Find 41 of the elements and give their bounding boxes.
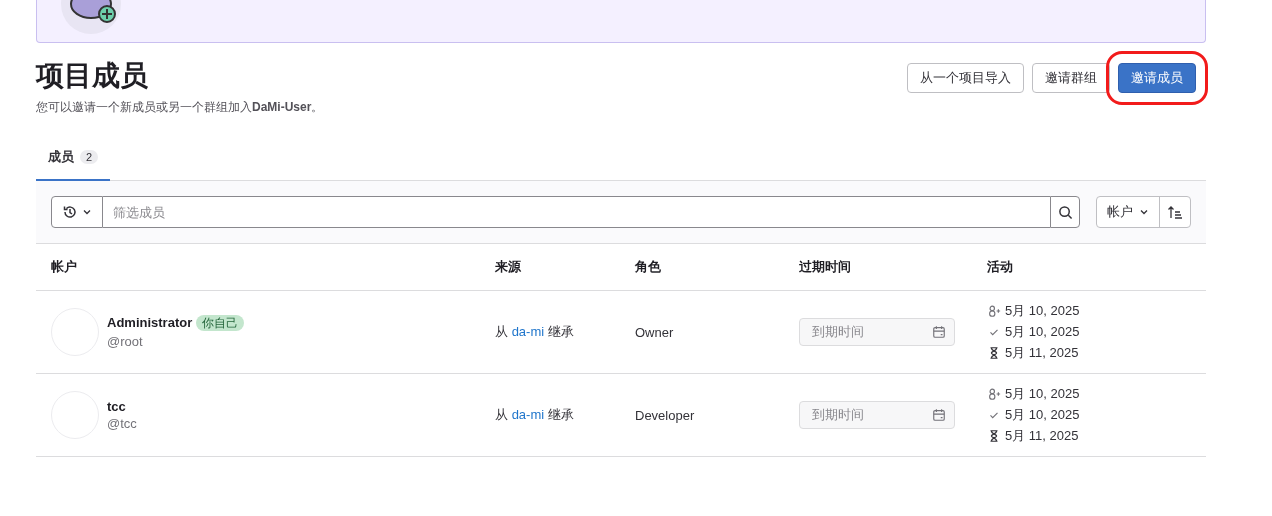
action-button[interactable]: 邀请群组: [1032, 63, 1110, 93]
activity-date: 5月 10, 2025: [1005, 302, 1080, 320]
page-title: 项目成员: [36, 59, 149, 93]
user-add-icon: [987, 304, 1001, 318]
search-field[interactable]: 筛选成员: [103, 196, 1050, 228]
history-icon: [62, 204, 78, 220]
calendar-icon: [932, 325, 946, 339]
group-link[interactable]: da-mi: [511, 324, 545, 339]
expiry-date-field[interactable]: 到期时间: [799, 318, 955, 346]
activity-date: 5月 10, 2025: [1005, 323, 1080, 341]
chevron-icon: [82, 207, 92, 217]
activity-date: 5月 11, 2025: [1005, 344, 1079, 362]
role-text: Developer: [635, 407, 695, 423]
user-name[interactable]: tcc: [107, 399, 126, 414]
chevron-icon: [1139, 207, 1149, 217]
activity-date: 5月 11, 2025: [1005, 427, 1079, 445]
sort-icon: [1167, 204, 1183, 220]
history-dropdown[interactable]: [51, 196, 103, 228]
column-header: 来源: [480, 244, 620, 291]
activity-date: 5月 10, 2025: [1005, 406, 1080, 424]
page-description: 您可以邀请一个新成员或另一个群组加入DaMi-User。: [36, 99, 324, 116]
activity-date: 5月 10, 2025: [1005, 385, 1080, 403]
source-text: 从 da-mi 继承: [495, 406, 574, 424]
search-icon: [1057, 204, 1073, 220]
column-header: 帐户: [36, 244, 480, 291]
role-text: Owner: [635, 324, 674, 340]
column-header: 过期时间: [784, 244, 972, 291]
expiry-date-field[interactable]: 到期时间: [799, 401, 955, 429]
column-header: 活动: [972, 244, 1206, 291]
username: @root: [107, 334, 144, 349]
column-header: 角色: [620, 244, 784, 291]
count-badge: 2: [80, 150, 99, 164]
user-add-icon: [987, 387, 1001, 401]
username: @tcc: [107, 416, 137, 431]
you-badge: 你自己: [196, 315, 245, 331]
calendar-icon: [932, 408, 946, 422]
action-button[interactable]: 从一个项目导入: [907, 63, 1024, 93]
source-text: 从 da-mi 继承: [495, 323, 574, 341]
group-link[interactable]: da-mi: [511, 407, 545, 422]
user-name[interactable]: Administrator: [107, 315, 193, 330]
search-button[interactable]: [1050, 196, 1080, 228]
